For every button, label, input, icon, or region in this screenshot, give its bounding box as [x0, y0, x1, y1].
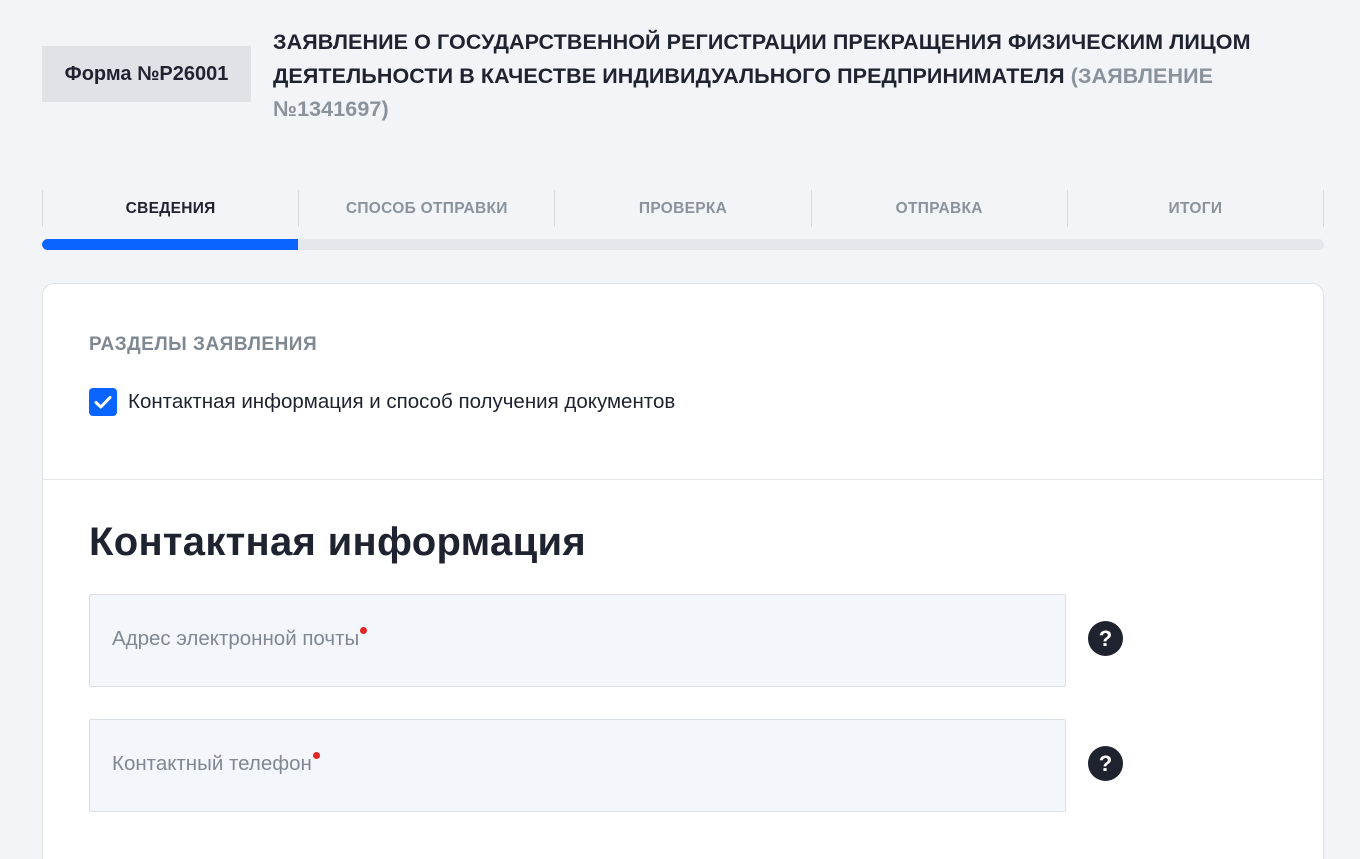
step-svedeniya[interactable]: СВЕДЕНИЯ	[42, 190, 298, 227]
email-field-label: Адрес электронной почты	[112, 627, 368, 651]
help-icon: ?	[1098, 750, 1113, 776]
progress-fill	[42, 239, 299, 250]
email-field[interactable]: Адрес электронной почты	[89, 594, 1066, 687]
contact-heading: Контактная информация	[89, 520, 587, 564]
phone-help-button[interactable]: ?	[1088, 746, 1123, 781]
page-title: ЗАЯВЛЕНИЕ О ГОСУДАРСТВЕННОЙ РЕГИСТРАЦИИ …	[273, 26, 1313, 127]
step-otpravka[interactable]: ОТПРАВКА	[810, 190, 1067, 227]
required-marker	[360, 627, 368, 634]
step-proverka[interactable]: ПРОВЕРКА	[554, 190, 810, 227]
phone-field[interactable]: Контактный телефон	[89, 719, 1066, 812]
section-checkbox[interactable]	[89, 388, 117, 416]
step-label: СВЕДЕНИЯ	[125, 199, 216, 217]
step-label: ИТОГИ	[1168, 199, 1223, 217]
section-checkbox-label: Контактная информация и способ получения…	[128, 390, 676, 413]
section-checkbox-row[interactable]: Контактная информация и способ получения…	[89, 388, 675, 416]
section-divider	[43, 479, 1323, 480]
form-number-badge: Форма №Р26001	[42, 46, 251, 102]
step-label: СПОСОБ ОТПРАВКИ	[345, 199, 508, 217]
email-help-button[interactable]: ?	[1088, 621, 1123, 656]
check-icon	[94, 396, 112, 409]
required-marker	[312, 752, 320, 759]
step-label: ПРОВЕРКА	[638, 199, 728, 217]
help-icon: ?	[1098, 625, 1113, 651]
step-sposob-otpravki[interactable]: СПОСОБ ОТПРАВКИ	[298, 190, 554, 227]
step-label: ОТПРАВКА	[895, 199, 983, 217]
form-card: РАЗДЕЛЫ ЗАЯВЛЕНИЯ Контактная информация …	[42, 283, 1324, 859]
progress-bar	[42, 239, 1324, 250]
form-number-text: Форма №Р26001	[64, 62, 229, 85]
steps-nav: СВЕДЕНИЯ СПОСОБ ОТПРАВКИ ПРОВЕРКА ОТПРАВ…	[42, 190, 1325, 227]
step-itogi[interactable]: ИТОГИ	[1066, 190, 1325, 227]
phone-field-label: Контактный телефон	[112, 752, 320, 776]
sections-title: РАЗДЕЛЫ ЗАЯВЛЕНИЯ	[89, 334, 318, 355]
